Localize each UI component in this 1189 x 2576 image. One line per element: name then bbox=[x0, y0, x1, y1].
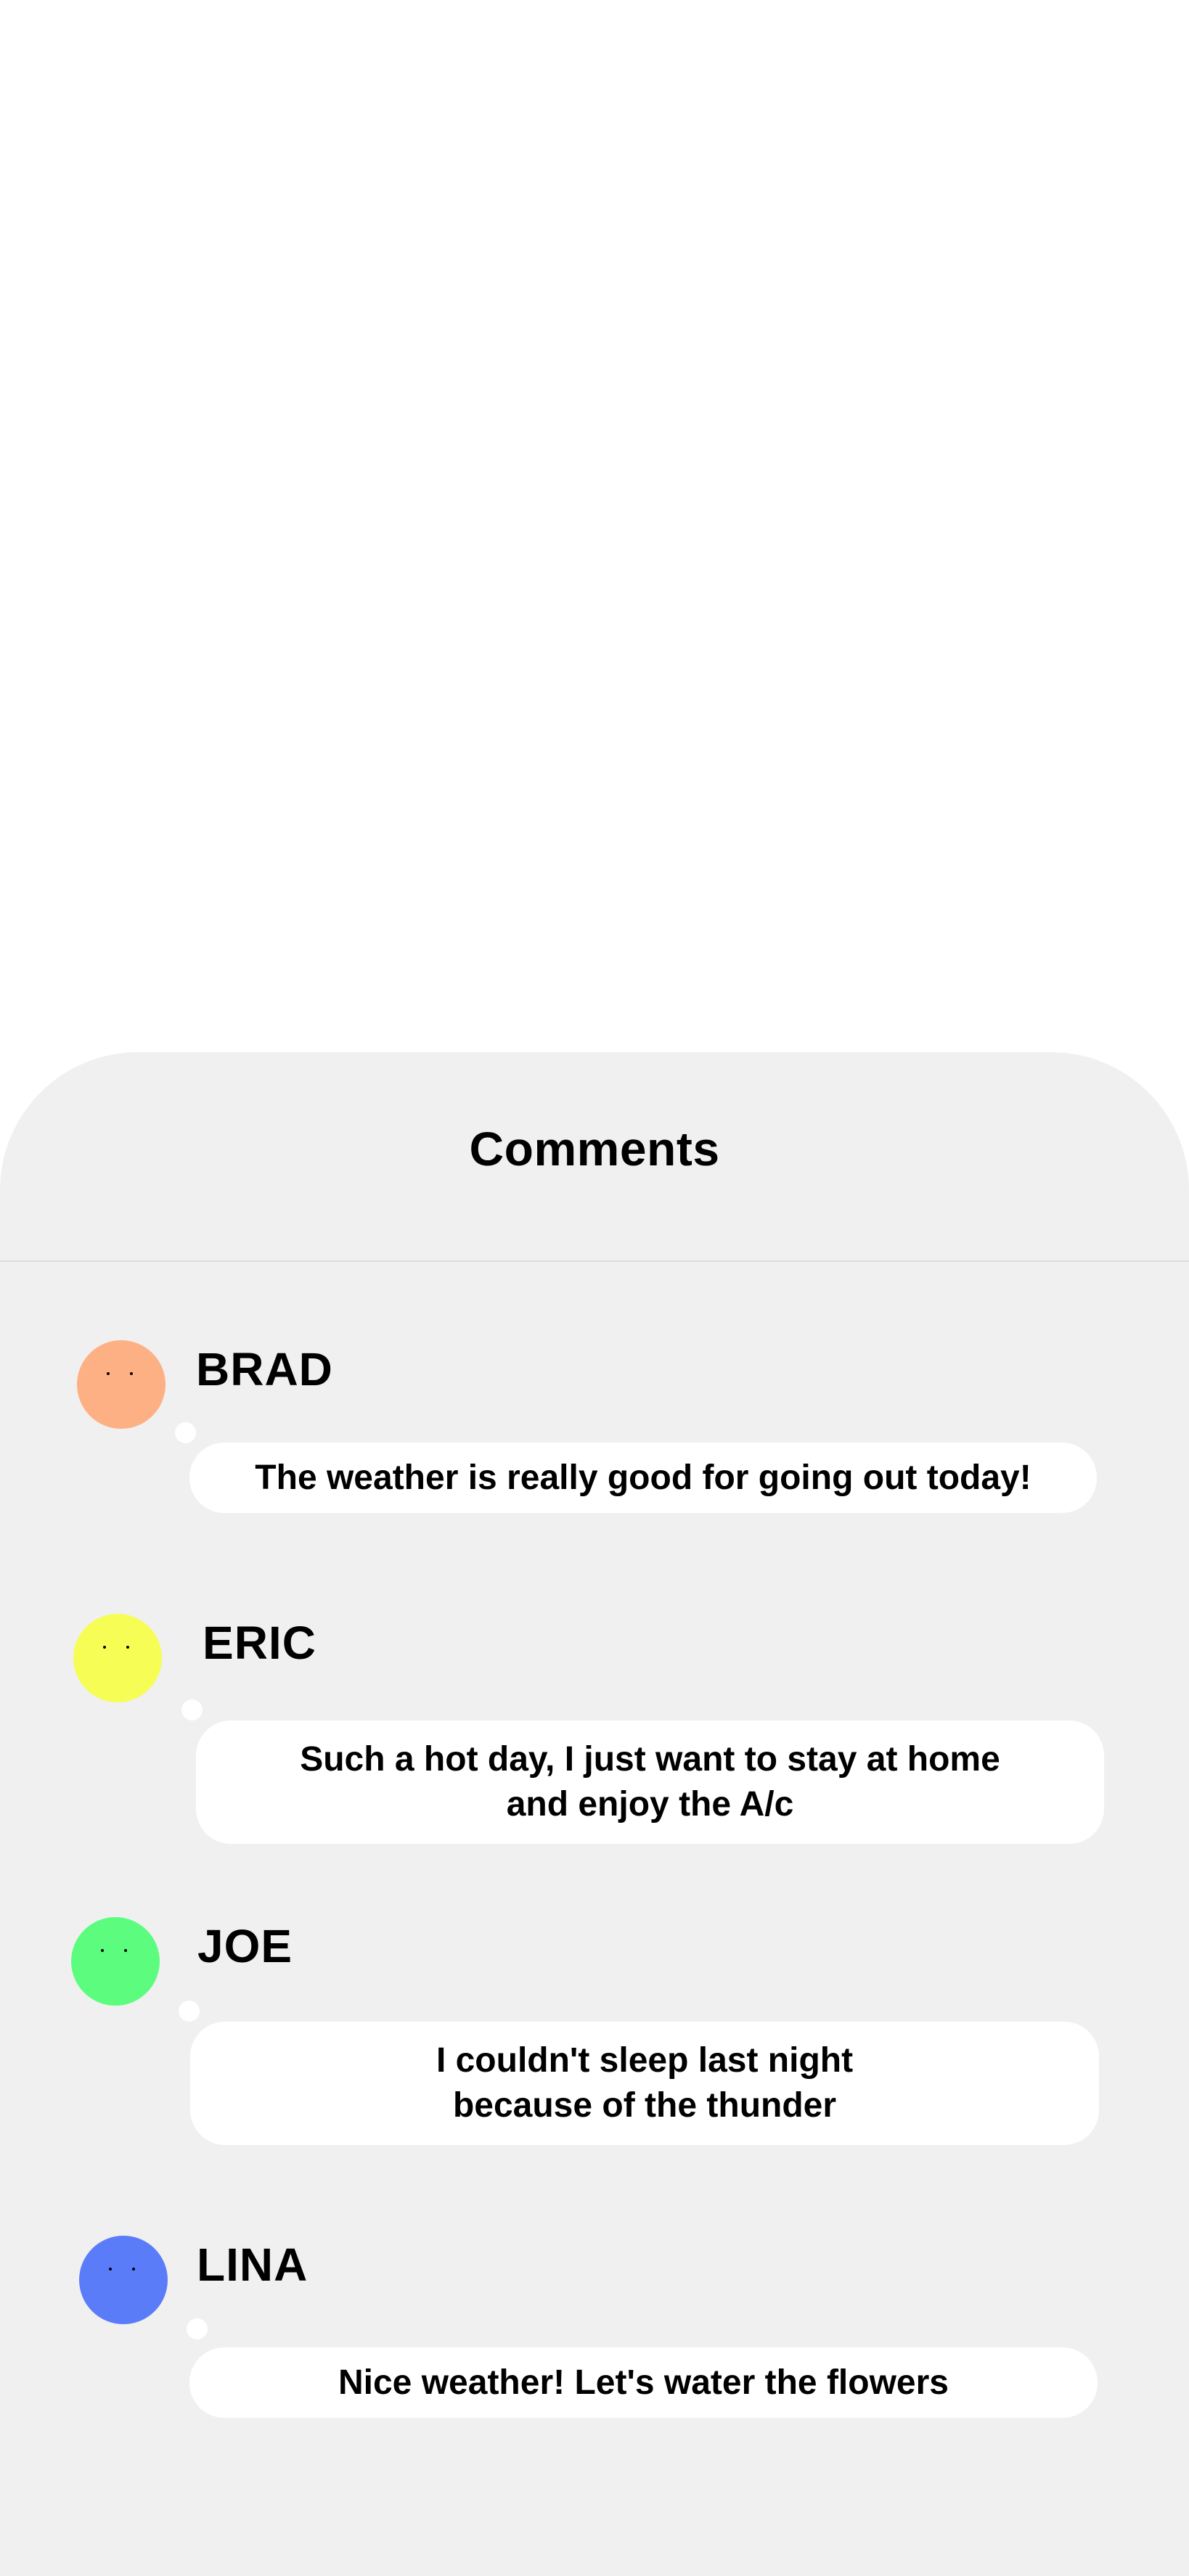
comments-title: Comments bbox=[469, 1122, 720, 1176]
avatar-eye bbox=[101, 1949, 104, 1952]
avatar-eye bbox=[103, 1646, 106, 1649]
avatar-eye bbox=[126, 1646, 129, 1649]
commenter-name[interactable]: BRAD bbox=[196, 1346, 333, 1392]
commenter-name[interactable]: LINA bbox=[197, 2241, 308, 2288]
avatar[interactable] bbox=[71, 1917, 160, 2006]
comment-bubble: The weather is really good for going out… bbox=[189, 1443, 1097, 1513]
commenter-name[interactable]: ERIC bbox=[203, 1620, 316, 1666]
avatar[interactable] bbox=[77, 1340, 166, 1429]
bubble-tail-dot bbox=[175, 1422, 196, 1443]
bubble-tail-dot bbox=[179, 2001, 200, 2022]
comment-bubble: Such a hot day, I just want to stay at h… bbox=[196, 1720, 1104, 1844]
avatar-eye bbox=[109, 2268, 112, 2271]
bubble-tail-dot bbox=[187, 2318, 208, 2339]
avatar-eye bbox=[130, 1372, 133, 1375]
commenter-name[interactable]: JOE bbox=[197, 1923, 293, 1969]
comment-bubble: I couldn't sleep last night because of t… bbox=[190, 2022, 1099, 2145]
avatar[interactable] bbox=[79, 2236, 168, 2324]
avatar-eye bbox=[132, 2268, 135, 2271]
comment-bubble: Nice weather! Let's water the flowers bbox=[189, 2347, 1098, 2418]
avatar-eye bbox=[107, 1372, 110, 1375]
avatar[interactable] bbox=[73, 1614, 162, 1702]
comments-sheet: Comments BRAD The weather is really good… bbox=[0, 1052, 1189, 2576]
bubble-tail-dot bbox=[181, 1699, 203, 1720]
avatar-eye bbox=[124, 1949, 127, 1952]
header-divider bbox=[0, 1260, 1189, 1262]
